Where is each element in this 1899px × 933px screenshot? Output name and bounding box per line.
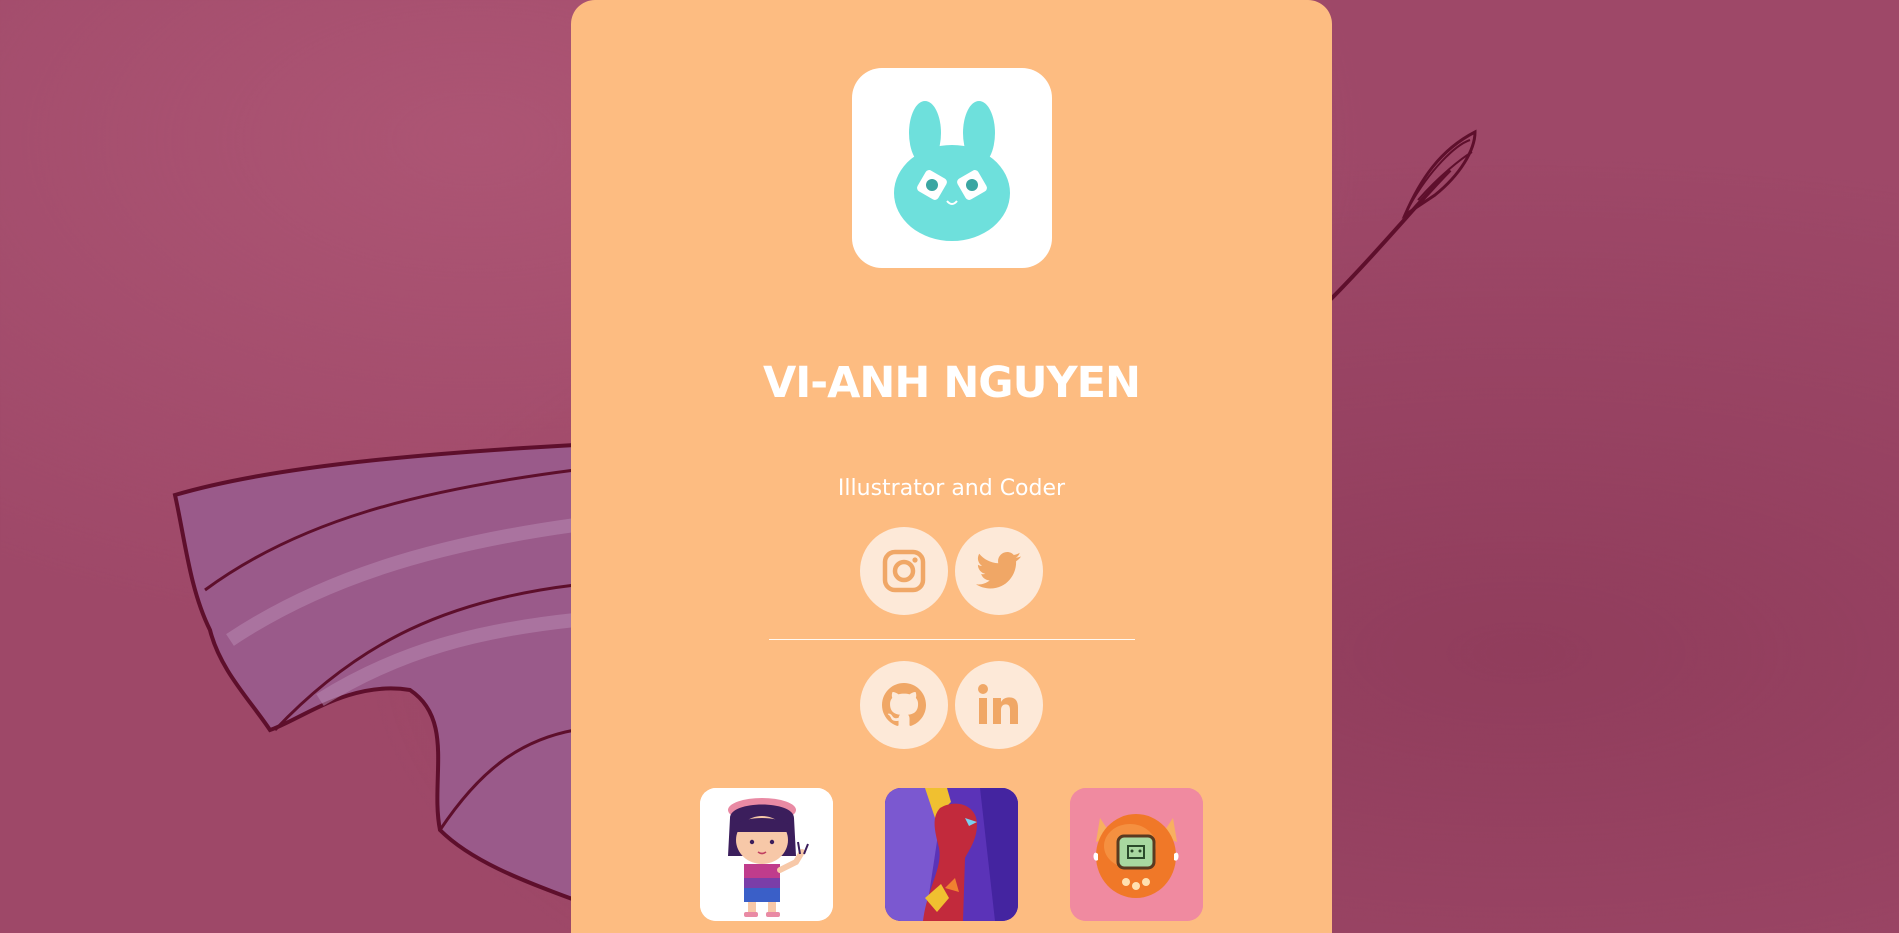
github-icon	[882, 683, 926, 726]
project-thumbnail-tamagotchi[interactable]	[1070, 788, 1203, 921]
red-figure-illustration	[885, 788, 1018, 921]
github-button[interactable]	[860, 661, 948, 749]
tamagotchi-illustration	[1070, 788, 1203, 921]
avatar	[852, 68, 1052, 268]
twitter-button[interactable]	[955, 527, 1043, 615]
bunny-icon	[894, 101, 1010, 241]
twitter-icon	[976, 552, 1022, 589]
instagram-icon	[882, 549, 926, 593]
project-thumbnail-girl[interactable]	[700, 788, 833, 921]
social-links-primary	[571, 527, 1332, 615]
project-thumbnail-red-figure[interactable]	[885, 788, 1018, 921]
profile-name: VI-ANH NGUYEN	[762, 358, 1141, 408]
girl-character-illustration	[700, 788, 833, 921]
profile-tagline: Illustrator and Coder	[837, 476, 1066, 501]
social-links-secondary	[571, 661, 1332, 749]
profile-card: VI-ANH NGUYEN Illustrator and Coder	[571, 0, 1332, 933]
divider	[769, 639, 1135, 640]
instagram-button[interactable]	[860, 527, 948, 615]
linkedin-icon	[978, 684, 1018, 724]
linkedin-button[interactable]	[955, 661, 1043, 749]
